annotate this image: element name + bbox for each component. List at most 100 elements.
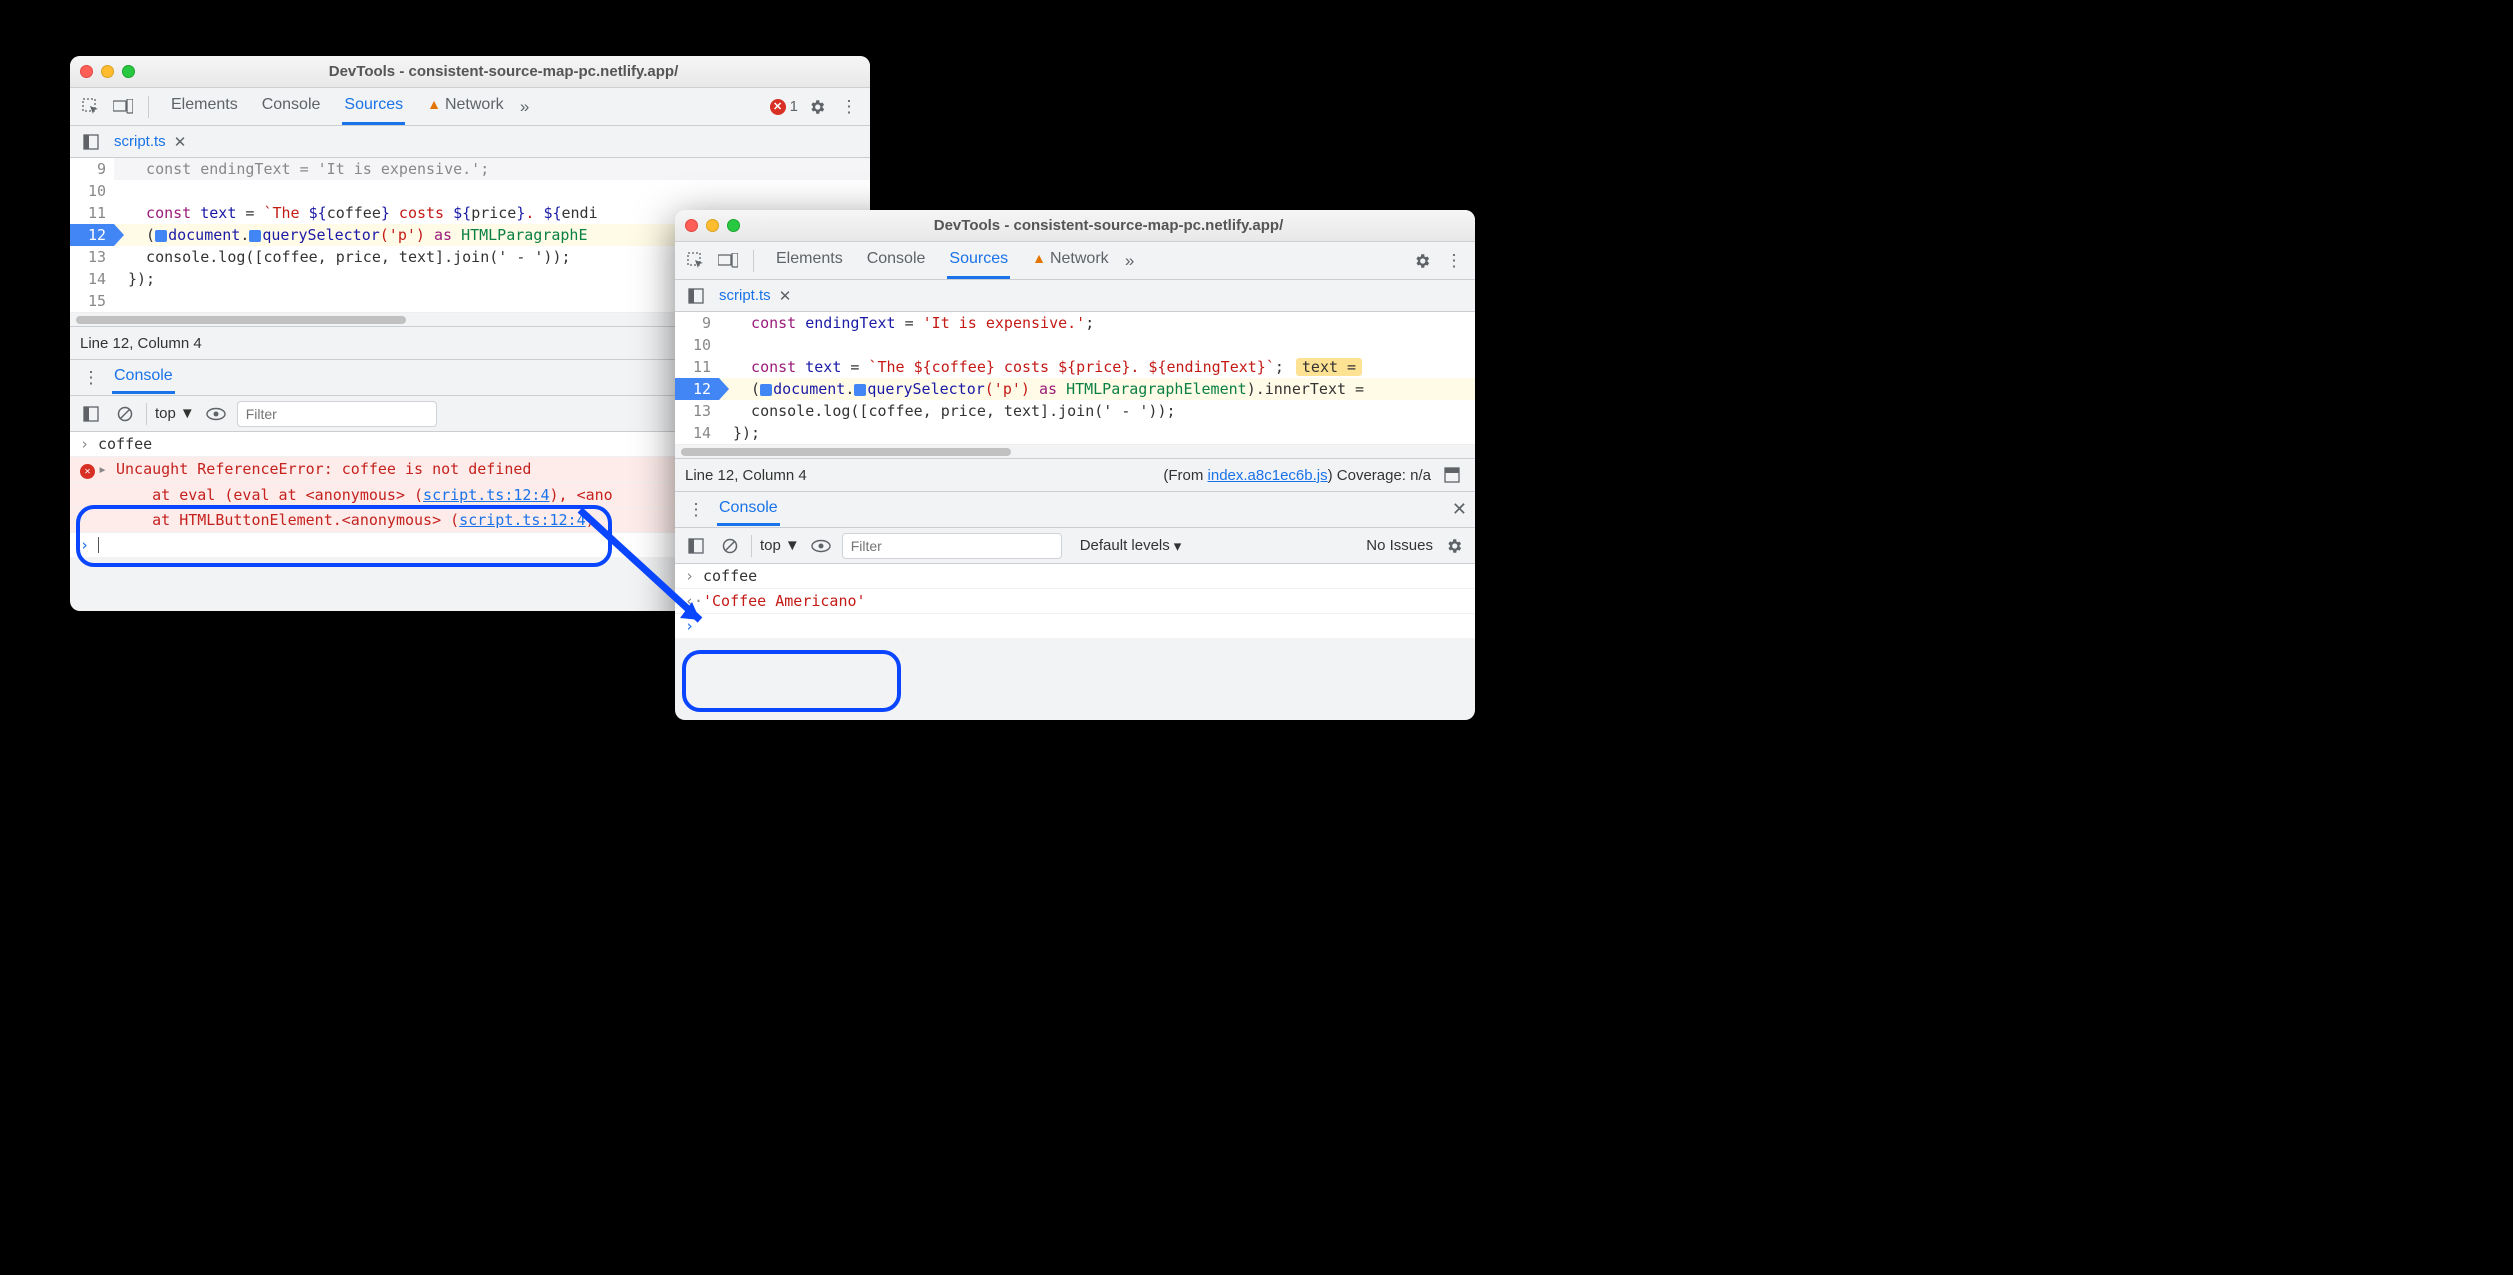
tab-network[interactable]: ▲Network [1030,242,1111,279]
panel-tabs: Elements Console Sources ▲Network [169,88,506,125]
step-marker-icon [760,384,772,396]
chevron-down-icon: ▾ [1174,537,1182,555]
kebab-menu-icon[interactable]: ⋮ [1441,248,1467,274]
close-tab-icon[interactable]: ✕ [779,287,792,305]
open-file-tab-row: script.ts ✕ [70,126,870,158]
zoom-window-button[interactable] [122,65,135,78]
panel-tabs: Elements Console Sources ▲Network [774,242,1111,279]
prompt-icon: › [80,435,98,453]
drawer-tab-console[interactable]: Console [717,493,780,526]
tab-console[interactable]: Console [260,88,323,125]
original-source-link[interactable]: index.a8c1ec6b.js [1208,467,1328,484]
clear-console-icon[interactable] [112,401,138,427]
close-drawer-icon[interactable]: ✕ [1452,499,1467,520]
error-icon: ✕ [80,460,98,479]
drawer-menu-icon[interactable]: ⋮ [78,365,104,391]
line-number-current: 12 [675,378,719,400]
live-expression-icon[interactable] [808,533,834,559]
console-messages[interactable]: › coffee ‹· 'Coffee Americano' › [675,564,1475,638]
stack-link[interactable]: script.ts:12:4 [459,511,585,529]
inspect-icon[interactable] [683,248,709,274]
tab-sources[interactable]: Sources [947,242,1010,279]
minimize-window-button[interactable] [101,65,114,78]
drawer-menu-icon[interactable]: ⋮ [683,497,709,523]
file-tab-script[interactable]: script.ts ✕ [114,133,186,151]
more-tabs-button[interactable]: » [1117,248,1143,274]
step-marker-icon [249,230,261,242]
tab-network-label: Network [445,96,504,113]
line-number: 14 [70,268,114,290]
tab-sources[interactable]: Sources [342,88,405,125]
tab-console[interactable]: Console [865,242,928,279]
expand-icon[interactable]: ▸ [98,460,116,478]
no-issues-label[interactable]: No Issues [1366,537,1433,554]
hscroll-thumb[interactable] [76,316,406,324]
titlebar[interactable]: DevTools - consistent-source-map-pc.netl… [675,210,1475,242]
minimize-window-button[interactable] [706,219,719,232]
hscroll-thumb[interactable] [681,448,1011,456]
tab-network[interactable]: ▲Network [425,88,506,125]
error-count: 1 [790,98,798,115]
file-tab-label: script.ts [719,287,771,304]
close-window-button[interactable] [685,219,698,232]
traffic-lights[interactable] [685,219,740,232]
zoom-window-button[interactable] [727,219,740,232]
editor-status-bar: Line 12, Column 4 (From index.a8c1ec6b.j… [675,458,1475,492]
clear-console-icon[interactable] [717,533,743,559]
code-line: const text = `The ${coffee} costs ${pric… [719,356,1475,378]
stack-link[interactable]: script.ts:12:4 [423,486,549,504]
cursor [98,537,99,553]
sidebar-toggle-icon[interactable] [683,533,709,559]
hscrollbar[interactable] [675,444,1475,458]
console-prompt[interactable]: › [675,614,1475,638]
titlebar[interactable]: DevTools - consistent-source-map-pc.netl… [70,56,870,88]
traffic-lights[interactable] [80,65,135,78]
more-tabs-button[interactable]: » [512,94,538,120]
line-number: 11 [675,356,719,378]
navigator-toggle-icon[interactable] [683,283,709,309]
line-number: 10 [675,334,719,356]
code-line-current: (document.querySelector('p') as HTMLPara… [719,378,1475,400]
tab-network-label: Network [1050,250,1109,267]
file-tab-script[interactable]: script.ts ✕ [719,287,791,305]
error-badge[interactable]: ✕ 1 [770,98,798,115]
console-input-row: › coffee [675,564,1475,589]
sidebar-toggle-icon[interactable] [78,401,104,427]
close-tab-icon[interactable]: ✕ [174,133,187,151]
settings-icon[interactable] [1409,248,1435,274]
log-level-select[interactable]: Default levels ▾ [1080,537,1182,555]
warning-icon: ▲ [427,96,441,112]
drawer-tab-console[interactable]: Console [112,361,175,394]
prompt-icon: › [685,617,703,635]
settings-icon[interactable] [804,94,830,120]
source-editor[interactable]: 9 const endingText = 'It is expensive.';… [675,312,1475,458]
warning-icon: ▲ [1032,250,1046,266]
filter-input[interactable] [842,533,1062,559]
line-number: 13 [675,400,719,422]
line-number: 13 [70,246,114,268]
prompt-icon: › [80,536,98,554]
cursor-position: Line 12, Column 4 [685,467,807,484]
step-marker-icon [854,384,866,396]
device-icon[interactable] [715,248,741,274]
code-line [719,334,1475,356]
execution-context[interactable]: top ▼ [155,405,195,422]
line-number: 15 [70,290,114,312]
inspect-icon[interactable] [78,94,104,120]
code-line [114,180,870,202]
kebab-menu-icon[interactable]: ⋮ [836,94,862,120]
close-window-button[interactable] [80,65,93,78]
console-settings-icon[interactable] [1441,533,1467,559]
window-title: DevTools - consistent-source-map-pc.netl… [752,217,1465,234]
console-output-row: ‹· 'Coffee Americano' [675,589,1475,614]
navigator-toggle-icon[interactable] [78,129,104,155]
coverage-toggle-icon[interactable] [1439,462,1465,488]
device-icon[interactable] [110,94,136,120]
live-expression-icon[interactable] [203,401,229,427]
tab-elements[interactable]: Elements [774,242,845,279]
status-right: (From index.a8c1ec6b.js) Coverage: n/a [1163,467,1431,484]
tab-elements[interactable]: Elements [169,88,240,125]
line-number: 11 [70,202,114,224]
filter-input[interactable] [237,401,437,427]
execution-context[interactable]: top ▼ [760,537,800,554]
